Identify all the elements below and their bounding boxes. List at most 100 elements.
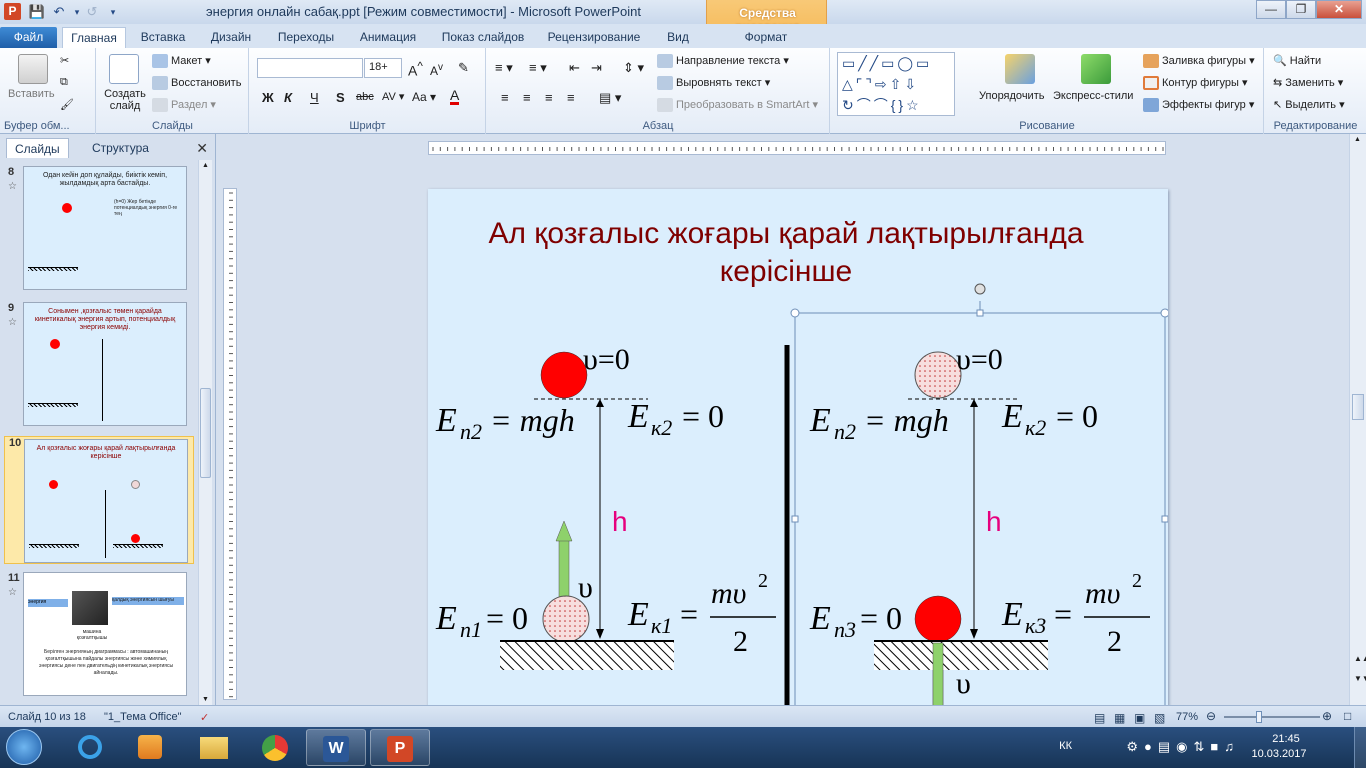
clock-date[interactable]: 10.03.2017 [1244,748,1314,760]
resize-handle[interactable] [790,308,800,318]
bullets-icon[interactable]: ≡ ▾ [495,60,513,76]
paste-icon[interactable] [18,54,48,84]
font-size-field[interactable]: 18+ [364,58,402,78]
taskbar-explorer-icon[interactable] [184,729,244,766]
ball-top-dotted[interactable] [914,351,962,399]
align-text-button[interactable]: Выровнять текст ▾ [657,76,770,91]
undo-icon[interactable]: ↶ [50,3,68,21]
shape-outline-button[interactable]: Контур фигуры ▾ [1143,76,1248,91]
rotation-handle-icon[interactable] [974,283,986,295]
slide-thumbnail[interactable]: Одан кейін доп құлайды, биіктік кеміп, ж… [23,166,187,290]
line-spacing-icon[interactable]: ⇕ ▾ [623,60,644,76]
language-indicator[interactable]: КК [1059,740,1072,752]
increase-indent-icon[interactable]: ⇥ [591,60,602,76]
arrange-button[interactable]: Упорядочить [979,90,1044,102]
underline-icon[interactable]: Ч [310,90,319,105]
normal-view-icon[interactable]: ▤ [1094,711,1105,725]
tab-home[interactable]: Главная [62,27,126,48]
cut-icon[interactable]: ✂ [60,54,69,67]
tab-review[interactable]: Рецензирование [542,27,646,48]
reading-view-icon[interactable]: ▣ [1134,711,1145,725]
taskbar-powerpoint-icon[interactable]: P [370,729,430,766]
layout-button[interactable]: Макет ▾ [152,54,211,69]
fit-to-window-icon[interactable]: □ [1344,709,1351,723]
slide[interactable]: Ал қозғалыс жоғары қарай лақтырылғанда к… [428,189,1168,705]
editor-scroll-thumb[interactable] [1352,394,1364,420]
panel-scrollbar[interactable]: ▲ ▼ [198,160,212,705]
slide-thumbnail[interactable]: Ал қозғалыс жоғары қарай лақтырылғанда к… [24,439,188,563]
tab-animations[interactable]: Анимация [352,27,424,48]
numbering-icon[interactable]: ≡ ▾ [529,60,547,76]
tab-slideshow[interactable]: Показ слайдов [436,27,530,48]
slideshow-view-icon[interactable]: ▧ [1154,711,1165,725]
slide-editing-area[interactable]: Ал қозғалыс жоғары қарай лақтырылғанда к… [240,156,1348,705]
show-desktop-button[interactable] [1354,727,1366,768]
format-painter-icon[interactable]: 🖌 [60,98,74,111]
zoom-in-icon[interactable]: ⊕ [1322,709,1332,723]
panel-scroll-thumb[interactable] [200,388,211,478]
ball-bottom-dotted[interactable] [542,595,590,643]
text-direction-button[interactable]: Направление текста ▾ [657,54,789,69]
tray-icons[interactable]: ⚙●▤◉⇅■♫ [1126,739,1240,755]
shrink-font-icon[interactable]: Av [430,62,443,78]
resize-handle[interactable] [1160,308,1168,318]
ball-bottom-red[interactable] [914,595,962,643]
new-slide-button[interactable]: Создать слайд [103,88,147,112]
tab-format[interactable]: Формат [730,27,802,48]
slide-thumbnail[interactable]: Сонымен ,қозғалыс төмен қарайда кинетика… [23,302,187,426]
select-button[interactable]: ↖ Выделить ▾ [1273,98,1345,111]
align-right-icon[interactable]: ≡ [545,90,553,105]
strikethrough-icon[interactable]: abc [356,91,374,103]
clock-time[interactable]: 21:45 [1258,733,1314,745]
zoom-slider[interactable] [1224,716,1320,718]
change-case-icon[interactable]: Aa ▾ [412,90,436,104]
close-button[interactable]: ✕ [1316,0,1362,19]
shapes-gallery[interactable]: ▭╱╱▭◯▭ △⌜⌝⇨⇧⇩ ↻⌒⌒{}☆ [837,52,955,116]
replace-button[interactable]: ⇆ Заменить ▾ [1273,76,1343,89]
redo-icon[interactable]: ↺ [83,3,101,21]
save-icon[interactable]: 💾 [28,3,46,21]
resize-handle[interactable] [791,515,799,523]
minimize-button[interactable]: — [1256,0,1286,19]
slide-title-line1[interactable]: Ал қозғалыс жоғары қарай лақтырылғанда [488,217,1083,250]
quick-styles-icon[interactable] [1081,54,1111,84]
powerpoint-app-icon[interactable]: P [4,3,21,20]
thumbnail-item-selected[interactable]: 10 Ал қозғалыс жоғары қарай лақтырылғанд… [4,436,194,564]
section-button[interactable]: Раздел ▾ [152,98,216,113]
shape-fill-button[interactable]: Заливка фигуры ▾ [1143,54,1255,69]
customize-qat-icon[interactable]: ▾ [104,3,122,21]
resize-handle[interactable] [1161,515,1168,523]
scroll-down-icon[interactable]: ▼ [202,696,209,703]
tab-outline[interactable]: Структура [84,138,157,158]
tab-transitions[interactable]: Переходы [270,27,342,48]
resize-handle[interactable] [976,309,984,317]
taskbar-chrome-icon[interactable] [244,729,304,766]
columns-icon[interactable]: ▤ ▾ [599,90,621,106]
slide-thumbnail[interactable]: энергия қалдық энергиясын шығуы машина қ… [23,572,187,696]
start-button-icon[interactable] [6,729,42,765]
vertical-ruler[interactable] [223,188,237,700]
bold-icon[interactable]: Ж [262,90,274,105]
new-slide-icon[interactable] [109,54,139,84]
slide-sorter-icon[interactable]: ▦ [1114,711,1125,725]
copy-icon[interactable]: ⧉ [60,76,68,89]
shadow-icon[interactable]: S [336,90,345,105]
close-panel-icon[interactable]: ✕ [196,140,208,157]
smartart-button[interactable]: Преобразовать в SmartArt ▾ [657,98,818,113]
zoom-slider-thumb[interactable] [1256,711,1262,723]
paste-button[interactable]: Вставить [8,88,55,100]
zoom-out-icon[interactable]: ⊖ [1206,709,1216,723]
find-button[interactable]: 🔍 Найти [1273,54,1321,67]
prev-slide-icon[interactable]: ▲▲ [1354,654,1366,663]
shape-effects-button[interactable]: Эффекты фигур ▾ [1143,98,1254,113]
tab-file[interactable]: Файл [0,27,57,48]
restore-button[interactable]: ❐ [1286,0,1316,19]
zoom-level[interactable]: 77% [1176,711,1198,723]
theme-name[interactable]: "1_Тема Office" [104,711,182,723]
italic-icon[interactable]: К [284,90,292,105]
tab-view[interactable]: Вид [658,27,698,48]
taskbar-ie-icon[interactable] [60,729,120,766]
ball-top-red[interactable] [540,351,588,399]
tab-design[interactable]: Дизайн [202,27,260,48]
thumbnail-item[interactable]: 11 ☆ энергия қалдық энергиясын шығуы маш… [0,572,200,700]
